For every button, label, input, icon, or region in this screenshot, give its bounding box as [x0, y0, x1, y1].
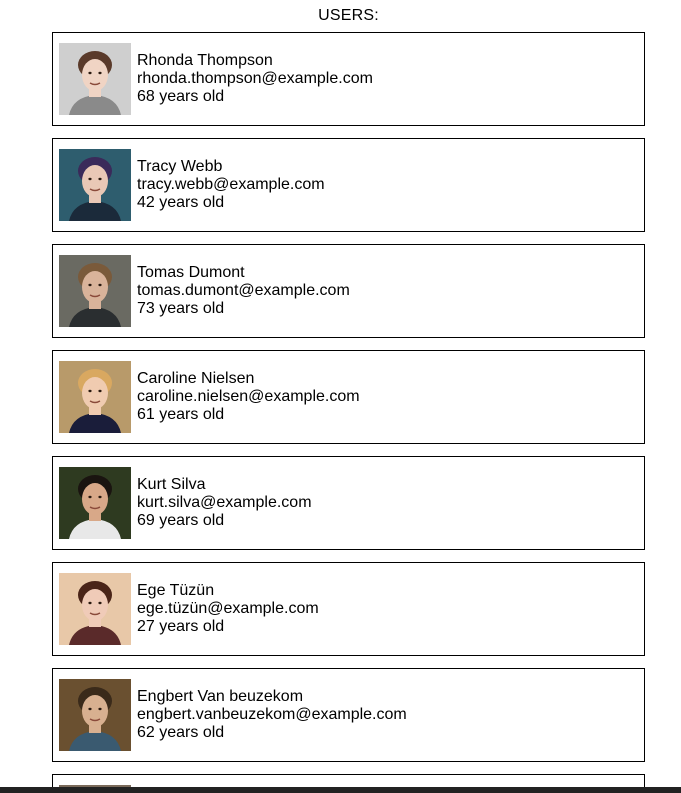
user-age: 73 years old [137, 300, 225, 317]
user-name: Caroline Nielsen [137, 370, 255, 387]
avatar [59, 149, 131, 221]
user-age: 42 years old [137, 194, 225, 211]
avatar [59, 255, 131, 327]
page-title: USERS: [318, 7, 379, 24]
user-email: tracy.webb@example.com [137, 176, 325, 193]
avatar [59, 679, 131, 751]
user-card: Ege Tüzün ege.tüzün@example.com 27 years o… [52, 562, 645, 656]
avatar [59, 361, 131, 433]
avatar [59, 573, 131, 645]
user-list: Rhonda Thompson rhonda.thompson@example.c… [52, 32, 645, 774]
user-info: Engbert Van beuzekom engbert.vanbeuzekom@… [137, 688, 407, 742]
user-card: Tracy Webb tracy.webb@example.com 42 years… [52, 138, 645, 232]
user-info: Tomas Dumont tomas.dumont@example.com 73 y… [137, 264, 350, 318]
user-info: Ege Tüzün ege.tüzün@example.com 27 years o… [137, 582, 319, 636]
user-name: Tomas Dumont [137, 264, 245, 281]
user-email: engbert.vanbeuzekom@example.com [137, 706, 407, 723]
user-info: Caroline Nielsen caroline.nielsen@example… [137, 370, 360, 424]
user-card: Rhonda Thompson rhonda.thompson@example.c… [52, 32, 645, 126]
avatar [59, 43, 131, 115]
user-name: Ege Tüzün [137, 582, 215, 599]
user-info: Rhonda Thompson rhonda.thompson@example.c… [137, 52, 373, 106]
user-card: Engbert Van beuzekom engbert.vanbeuzekom@… [52, 668, 645, 762]
user-email: tomas.dumont@example.com [137, 282, 350, 299]
user-age: 69 years old [137, 512, 225, 529]
user-age: 62 years old [137, 724, 225, 741]
user-age: 68 years old [137, 88, 225, 105]
user-name: Engbert Van beuzekom [137, 688, 304, 705]
user-email: rhonda.thompson@example.com [137, 70, 373, 87]
user-name: Kurt Silva [137, 476, 206, 493]
user-age: 61 years old [137, 406, 225, 423]
avatar [59, 467, 131, 539]
user-name: Rhonda Thompson [137, 52, 273, 69]
user-email: ege.tüzün@example.com [137, 600, 319, 617]
user-email: kurt.silva@example.com [137, 494, 312, 511]
user-name: Tracy Webb [137, 158, 223, 175]
user-info: Tracy Webb tracy.webb@example.com 42 years… [137, 158, 325, 212]
users-page: USERS: Rhonda Thompson rhonda.thompson@ex… [0, 0, 681, 793]
window-bottom-edge [0, 787, 681, 793]
user-age: 27 years old [137, 618, 225, 635]
user-card: Caroline Nielsen caroline.nielsen@example… [52, 350, 645, 444]
user-email: caroline.nielsen@example.com [137, 388, 360, 405]
user-card: Kurt Silva kurt.silva@example.com 69 years… [52, 456, 645, 550]
user-card: Tomas Dumont tomas.dumont@example.com 73 y… [52, 244, 645, 338]
user-info: Kurt Silva kurt.silva@example.com 69 years… [137, 476, 312, 530]
